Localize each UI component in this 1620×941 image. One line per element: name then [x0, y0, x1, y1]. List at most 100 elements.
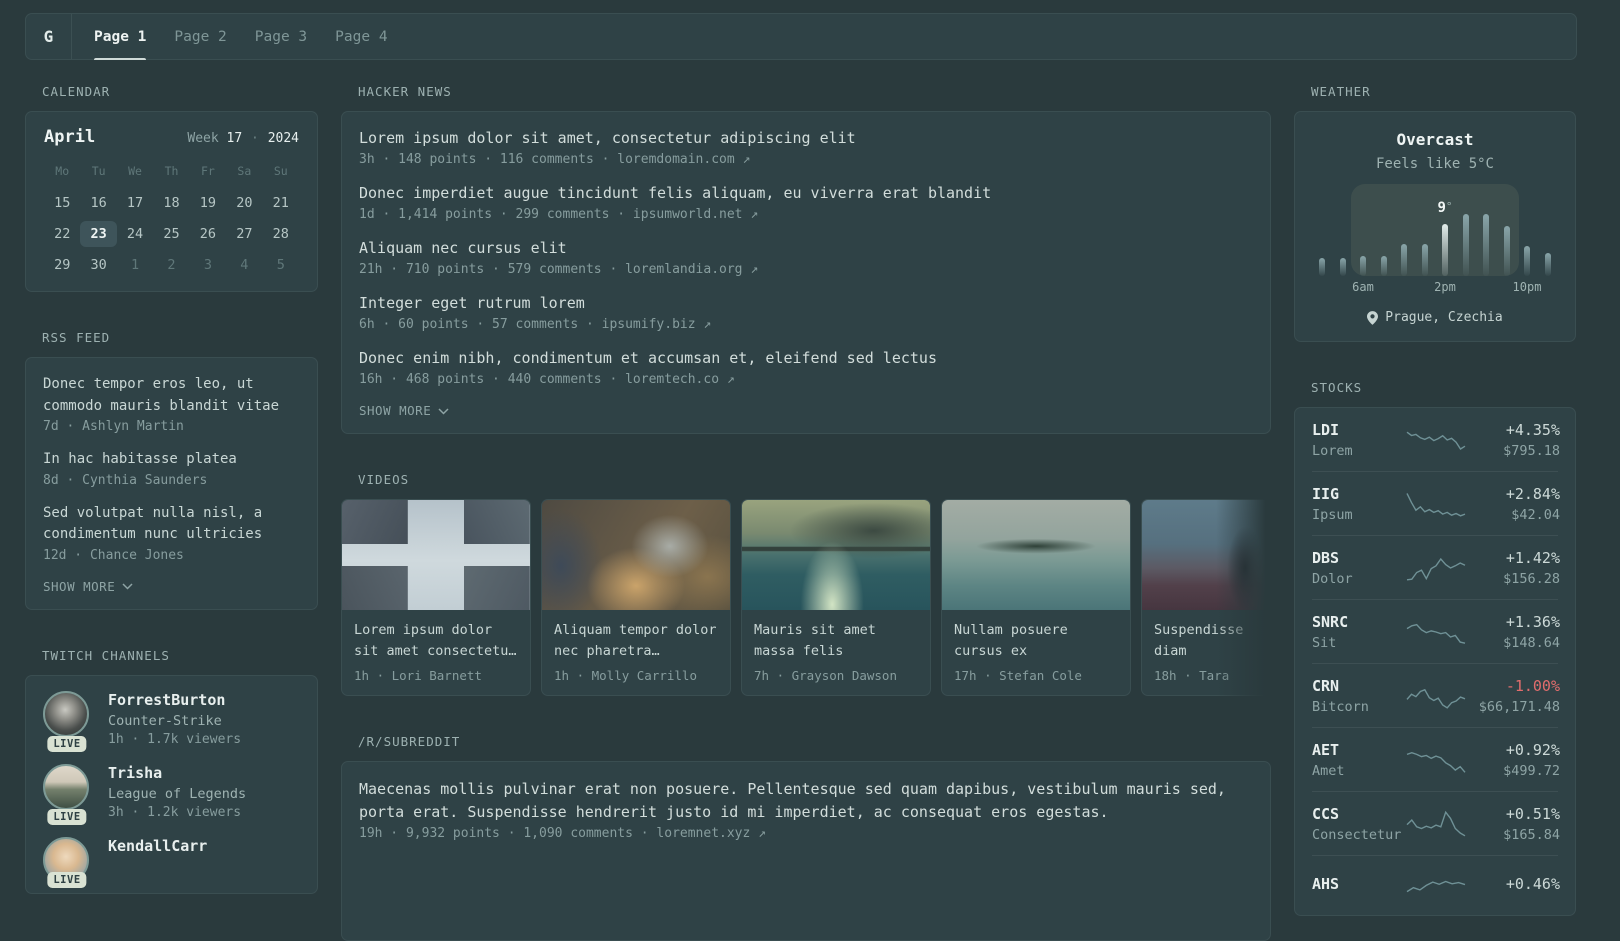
app-logo[interactable]: G: [26, 14, 72, 59]
twitch-channel-row[interactable]: LIVE Trisha League of Legends 3h · 1.2k …: [43, 763, 300, 825]
show-more-label: SHOW MORE: [359, 403, 432, 418]
calendar-day: 16: [90, 195, 107, 211]
hackernews-item-title[interactable]: Aliquam nec cursus elit: [359, 238, 1253, 259]
weather-bar: [1524, 246, 1531, 276]
show-more-label: SHOW MORE: [43, 578, 116, 594]
rss-item-title[interactable]: Donec tempor eros leo, ut commodo mauris…: [43, 374, 300, 417]
stock-sparkline: [1406, 431, 1466, 450]
calendar-day: 18: [163, 195, 180, 211]
hackernews-item-title[interactable]: Donec enim nibh, condimentum et accumsan…: [359, 348, 1253, 369]
weather-bar: [1380, 256, 1387, 276]
tab-page-3[interactable]: Page 3: [255, 14, 307, 59]
stock-change: +0.46%: [1505, 875, 1560, 893]
twitch-channel-row[interactable]: LIVE KendallCarr: [43, 836, 300, 888]
stock-sparkline: [1406, 751, 1466, 773]
video-title: Mauris sit amet massa felis: [754, 622, 876, 659]
hackernews-item-title[interactable]: Donec imperdiet augue tincidunt felis al…: [359, 183, 1253, 204]
video-card[interactable]: Lorem ipsum dolor sit amet consectetu… 1…: [341, 499, 531, 696]
calendar-day: 24: [126, 226, 144, 242]
stock-name: Amet: [1312, 763, 1345, 779]
stock-change: +2.84%: [1505, 485, 1560, 503]
video-meta: 7h · Grayson Dawson: [754, 668, 897, 683]
stock-price: $66,171.48: [1478, 699, 1560, 715]
video-card[interactable]: Suspendisse diam 18h · Tara: [1141, 499, 1271, 696]
rss-item: In hac habitasse platea 8d · Cynthia Sau…: [43, 449, 300, 488]
twitch-section-title: TWITCH CHANNELS: [42, 647, 170, 663]
hackernews-item: Donec enim nibh, condimentum et accumsan…: [359, 348, 1253, 387]
rss-item-title[interactable]: Sed volutpat nulla nisl, a condimentum n…: [43, 503, 300, 546]
weather-bar: [1339, 258, 1346, 276]
video-meta: 18h · Tara: [1154, 668, 1230, 683]
stock-name: Sit: [1312, 635, 1337, 651]
hackernews-item-meta[interactable]: 3h · 148 points · 116 comments · loremdo…: [359, 152, 1253, 167]
calendar-day-grid: 15 16 17 18 19 20 21 22 23 24 25 26 27 28 29 30 1 2 3 4 5: [44, 190, 299, 278]
stock-id: AHS: [1312, 875, 1404, 897]
video-thumbnail: [342, 500, 530, 610]
twitch-card: LIVE ForrestBurton Counter-Strike 1h · 1…: [25, 674, 318, 894]
hackernews-item-title[interactable]: Integer eget rutrum lorem: [359, 293, 1253, 314]
tab-page-1[interactable]: Page 1: [94, 14, 147, 60]
twitch-channel-meta: 3h · 1.2k viewers: [108, 804, 242, 820]
video-title: Aliquam tempor dolor nec pharetra…: [554, 622, 717, 659]
stock-values: +0.51% $165.84: [1468, 805, 1560, 843]
calendar-day: 25: [163, 226, 180, 242]
weather-bar: [1544, 253, 1551, 276]
twitch-channel-row[interactable]: LIVE ForrestBurton Counter-Strike 1h · 1…: [43, 690, 300, 752]
twitch-channel-info: Trisha League of Legends 3h · 1.2k viewe…: [108, 764, 246, 820]
calendar-day: 30: [90, 257, 107, 273]
weather-section-title: WEATHER: [1311, 84, 1371, 99]
rss-widget: RSS FEED Donec tempor eros leo, ut commo…: [25, 330, 318, 610]
video-meta: 1h · Lori Barnett: [354, 668, 482, 683]
weather-bar: [1319, 258, 1325, 276]
chevron-down-icon: [122, 583, 133, 590]
stock-symbol: AHS: [1312, 875, 1340, 893]
hackernews-item: Aliquam nec cursus elit 21h · 710 points…: [359, 238, 1253, 277]
video-meta: 17h · Stefan Cole: [954, 668, 1082, 683]
weather-degree-symbol: °: [1445, 200, 1453, 213]
video-card[interactable]: Aliquam tempor dolor nec pharetra… 1h · …: [541, 499, 731, 696]
video-card[interactable]: Nullam posuere cursus ex 17h · Stefan Co…: [941, 499, 1131, 696]
hackernews-card: Lorem ipsum dolor sit amet, consectetur …: [341, 111, 1271, 434]
stock-values: +4.35% $795.18: [1468, 421, 1560, 459]
video-thumbnail: [542, 500, 730, 610]
rss-show-more-button[interactable]: SHOW MORE: [43, 579, 300, 594]
hackernews-item-title[interactable]: Lorem ipsum dolor sit amet, consectetur …: [359, 128, 1253, 149]
stock-sparkline: [1406, 810, 1466, 837]
stock-price: $156.28: [1503, 571, 1560, 587]
calendar-month: April: [44, 127, 96, 147]
weather-hour-label: 6am: [1352, 280, 1374, 294]
stock-id: SNRC Sit: [1312, 613, 1404, 651]
hackernews-item-meta[interactable]: 6h · 60 points · 57 comments · ipsumify.…: [359, 317, 1253, 332]
stock-id: AET Amet: [1312, 741, 1404, 779]
video-title: Nullam posuere cursus ex: [954, 622, 1068, 659]
calendar-day: 3: [203, 257, 212, 273]
weather-bar: [1483, 214, 1490, 276]
stock-change: +0.51%: [1505, 805, 1560, 823]
hackernews-item-meta[interactable]: 16h · 468 points · 440 comments · loremt…: [359, 372, 1253, 387]
calendar-weekday-row: Mo Tu We Th Fr Sa Su: [44, 164, 299, 178]
twitch-channel-info: ForrestBurton Counter-Strike 1h · 1.7k v…: [108, 691, 241, 747]
rss-item-title[interactable]: In hac habitasse platea: [43, 449, 300, 471]
stock-price: $148.64: [1503, 635, 1560, 651]
calendar-weekday: Tu: [91, 164, 106, 178]
hackernews-show-more-button[interactable]: SHOW MORE: [359, 403, 1253, 418]
stock-sparkline: [1406, 688, 1466, 709]
hackernews-item-meta[interactable]: 21h · 710 points · 579 comments · loreml…: [359, 262, 1253, 277]
chevron-down-icon: [438, 407, 449, 415]
subreddit-post-title[interactable]: Maecenas mollis pulvinar erat non posuer…: [359, 778, 1253, 823]
stock-name: Ipsum: [1312, 507, 1353, 523]
calendar-weekday: Su: [273, 164, 288, 178]
video-thumbnail: [1142, 500, 1271, 610]
stock-id: IIG Ipsum: [1312, 485, 1404, 523]
calendar-day: 21: [272, 195, 289, 211]
subreddit-post-meta[interactable]: 19h · 9,932 points · 1,090 comments · lo…: [359, 826, 1253, 841]
hackernews-item-meta[interactable]: 1d · 1,414 points · 299 comments · ipsum…: [359, 207, 1253, 222]
subreddit-widget: /R/SUBREDDIT Maecenas mollis pulvinar er…: [341, 734, 1271, 941]
tab-page-2[interactable]: Page 2: [174, 14, 226, 59]
tab-page-4[interactable]: Page 4: [335, 14, 387, 59]
calendar-day: 1: [130, 257, 140, 273]
stock-symbol: IIG: [1312, 485, 1340, 503]
weather-feels-like: Feels like 5°C: [1375, 156, 1494, 172]
right-column: WEATHER Overcast Feels like 5°C 9° 6am 2p…: [1294, 84, 1576, 916]
video-card[interactable]: Mauris sit amet massa felis 7h · Grayson…: [741, 499, 931, 696]
